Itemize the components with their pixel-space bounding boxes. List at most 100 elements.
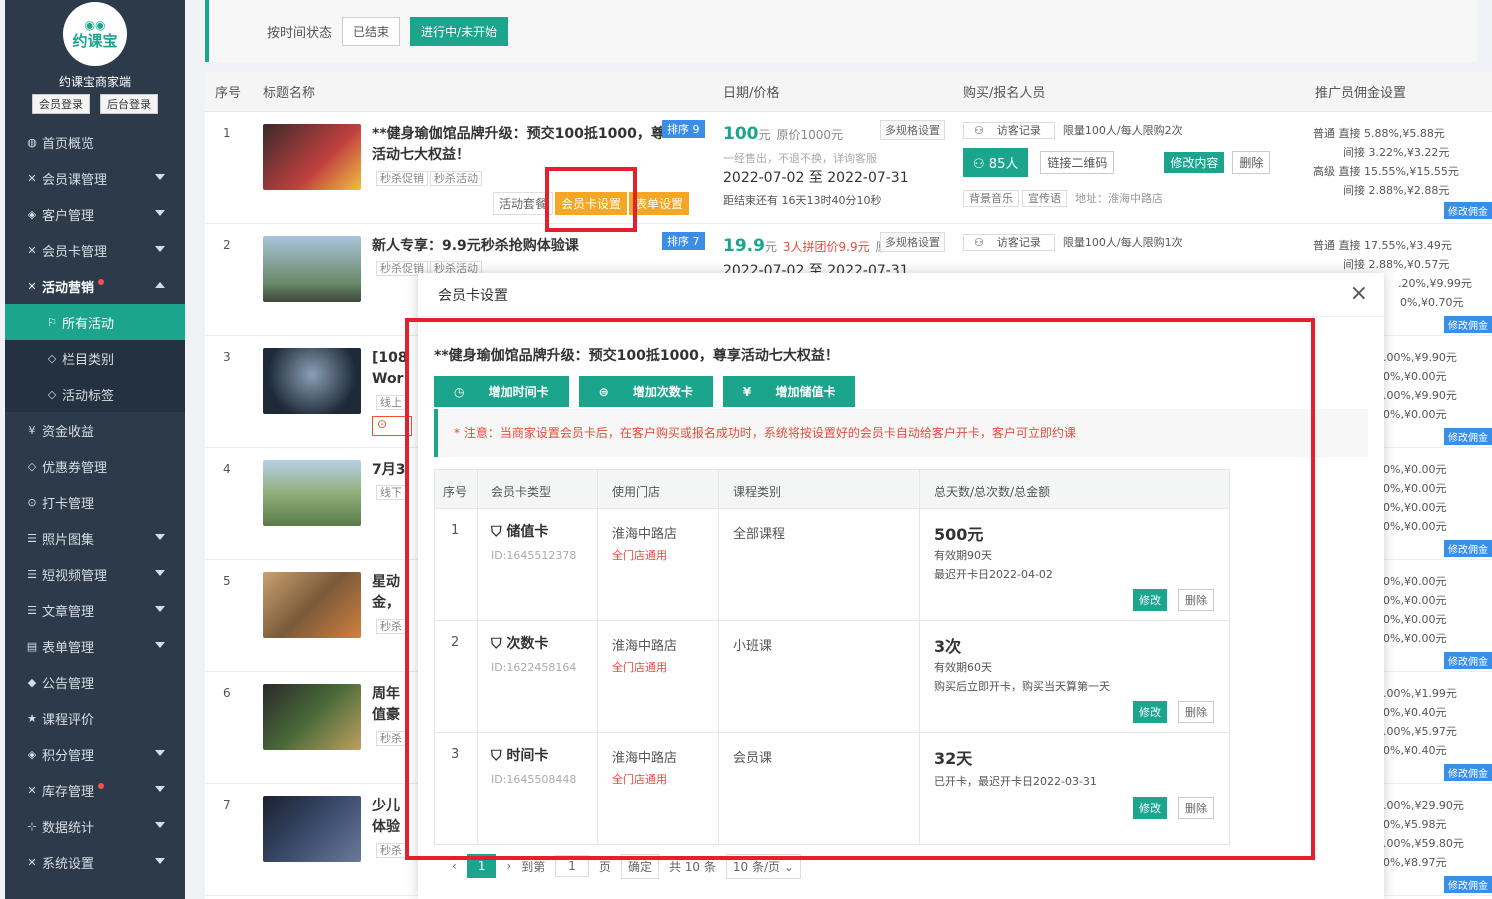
commission-line: .00%,¥9.90元 [1383,389,1457,402]
visitor-record-button[interactable]: ⚇ 访客记录 [963,234,1055,251]
commission-line: 0%,¥0.00元 [1383,575,1447,588]
buyers-button[interactable]: ⚇ 85人 [963,148,1029,177]
chevron-down-icon [155,858,165,864]
sidebar-item-videos[interactable]: ☰ 短视频管理 [5,556,185,592]
member-login-button[interactable]: 会员登录 [32,94,90,114]
sidebar-item-all-activities[interactable]: ⚐ 所有活动 [5,304,185,340]
delete-button[interactable]: 删除 [1232,151,1271,174]
price-unit: 元 [758,128,771,142]
multi-spec-button[interactable]: 多规格设置 [880,120,945,140]
chevron-up-icon [155,282,165,288]
commission-info: 普通 直接 5.88%,¥5.88元 间接 3.22%,¥3.22元 高级 直接… [1313,124,1459,200]
tag: 秒杀 [376,619,406,634]
admin-login-button[interactable]: 后台登录 [100,94,158,114]
sidebar-item-checkin[interactable]: ⊙ 打卡管理 [5,484,185,520]
activity-thumbnail[interactable] [263,796,361,862]
activity-title[interactable]: 7月3 [372,460,405,481]
qrcode-link-button[interactable]: 链接二维码 [1040,151,1115,174]
visitor-record-button[interactable]: ⚇ 访客记录 [963,122,1055,139]
commission-info: .00%,¥29.90元 0%,¥5.98元 .00%,¥59.80元 0%,¥8.9… [1383,796,1464,872]
sidebar-item-announcements[interactable]: ◆ 公告管理 [5,664,185,700]
activity-title[interactable]: 少儿 体验 [372,796,400,838]
activity-title[interactable]: 新人专享：9.9元秒杀抢购体验课 [372,236,662,257]
layers-icon: ◈ [27,207,37,221]
filter-ended-button[interactable]: 已结束 [342,16,401,46]
commission-line: .00%,¥29.90元 [1383,799,1464,812]
original-price: 原价1000元 [776,128,843,142]
activity-title[interactable]: **健身瑜伽馆品牌升级：预交100抵1000，尊享 活动七大权益！ [372,124,662,166]
sidebar-item-settings[interactable]: ✕ 系统设置 [5,844,185,880]
activity-tags: 秒杀促销 秒杀活动 [376,170,484,186]
column-header: 推广员佣金设置 [1315,86,1407,101]
commission-line: 0%,¥0.00元 [1383,463,1447,476]
chevron-down-icon [155,606,165,612]
sidebar-item-overview[interactable]: ◍ 首页概览 [5,124,185,160]
chevron-right-icon[interactable]: › [506,859,511,873]
sidebar-item-categories[interactable]: ◇ 栏目类别 [5,340,185,376]
activity-title[interactable]: [108 Wor [372,348,408,390]
chevron-down-icon [155,642,165,648]
chevron-down-icon [155,822,165,828]
sidebar-item-label: 会员卡管理 [42,244,108,260]
activity-thumbnail[interactable] [263,684,361,750]
activity-thumbnail[interactable] [263,460,361,526]
edit-commission-button[interactable]: 修改佣金 [1444,876,1492,893]
rank-badge: 排序 7 [662,232,705,250]
chevron-down-icon [155,570,165,576]
row-index: 3 [223,350,231,364]
edit-commission-button[interactable]: 修改佣金 [1444,428,1492,445]
sidebar-item-member-cards[interactable]: ✕ 会员卡管理 [5,232,185,268]
activity-title[interactable]: 星动 金， [372,572,400,614]
title-line: 值豪 [372,707,400,723]
multi-spec-button[interactable]: 多规格设置 [880,232,945,252]
price-value: 19.9 [723,236,765,256]
sidebar-item-reviews[interactable]: ★ 课程评价 [5,700,185,736]
sidebar-item-customers[interactable]: ◈ 客户管理 [5,196,185,232]
filter-ongoing-button[interactable]: 进行中/未开始 [410,16,509,46]
sidebar-item-articles[interactable]: ☰ 文章管理 [5,592,185,628]
buyers-count: 85人 [988,157,1019,172]
edit-commission-button[interactable]: 修改佣金 [1444,652,1492,669]
activity-tags: 秒杀 [376,842,408,858]
sidebar-item-marketing[interactable]: ✕ 活动营销 [5,268,185,304]
sidebar-item-points[interactable]: ◈ 积分管理 [5,736,185,772]
cross-icon: ✕ [27,783,37,797]
edit-commission-button[interactable]: 修改佣金 [1444,764,1492,781]
form-settings-button[interactable]: 表单设置 [629,192,690,215]
commission-line: 间接 3.22%,¥3.22元 [1343,146,1450,159]
flag-icon: ⚐ [47,315,57,329]
edit-commission-button[interactable]: 修改佣金 [1444,540,1492,557]
activity-package-button[interactable]: 活动套餐 [493,192,554,215]
sidebar-item-member-courses[interactable]: ✕ 会员课管理 [5,160,185,196]
slogan-button[interactable]: 宣传语 [1022,190,1067,207]
visitor-record-label: 访客记录 [996,124,1041,137]
activity-thumbnail[interactable] [263,348,361,414]
sidebar-item-statistics[interactable]: ⊹ 数据统计 [5,808,185,844]
user-icon: ⚇ [973,157,989,172]
close-icon[interactable]: × [1350,281,1368,306]
commission-line: 0%,¥5.98元 [1383,818,1447,831]
commission-line: 间接 2.88%,¥2.88元 [1343,184,1450,197]
edit-commission-button[interactable]: 修改佣金 [1444,316,1492,333]
logo-eyes-icon: ◉◉ [84,18,106,32]
chevron-left-icon[interactable]: ‹ [452,859,457,873]
edit-content-button[interactable]: 修改内容 [1164,152,1225,173]
commission-line: .00%,¥5.97元 [1383,725,1457,738]
activity-thumbnail[interactable] [263,124,361,190]
sidebar-item-label: 系统设置 [42,856,95,872]
sidebar-item-inventory[interactable]: ✕ 库存管理 [5,772,185,808]
edit-commission-button[interactable]: 修改佣金 [1444,202,1492,219]
bg-music-button[interactable]: 背景音乐 [963,190,1019,207]
activity-title[interactable]: 周年 值豪 [372,684,400,726]
activity-thumbnail[interactable] [263,236,361,302]
sidebar-item-forms[interactable]: ▤ 表单管理 [5,628,185,664]
modal-header: 会员卡设置 × [418,273,1384,317]
sidebar-item-activity-tags[interactable]: ◇ 活动标签 [5,376,185,412]
activity-thumbnail[interactable] [263,572,361,638]
sidebar-item-funds[interactable]: ¥ 资金收益 [5,412,185,448]
sidebar-item-photos[interactable]: ☰ 照片图集 [5,520,185,556]
cross-icon: ✕ [27,171,37,185]
buy-info: ⚇ 访客记录 限量100人/每人限购2次 [963,122,1191,139]
sidebar-item-coupons[interactable]: ◇ 优惠券管理 [5,448,185,484]
commission-line: 0%,¥0.40元 [1383,706,1447,719]
